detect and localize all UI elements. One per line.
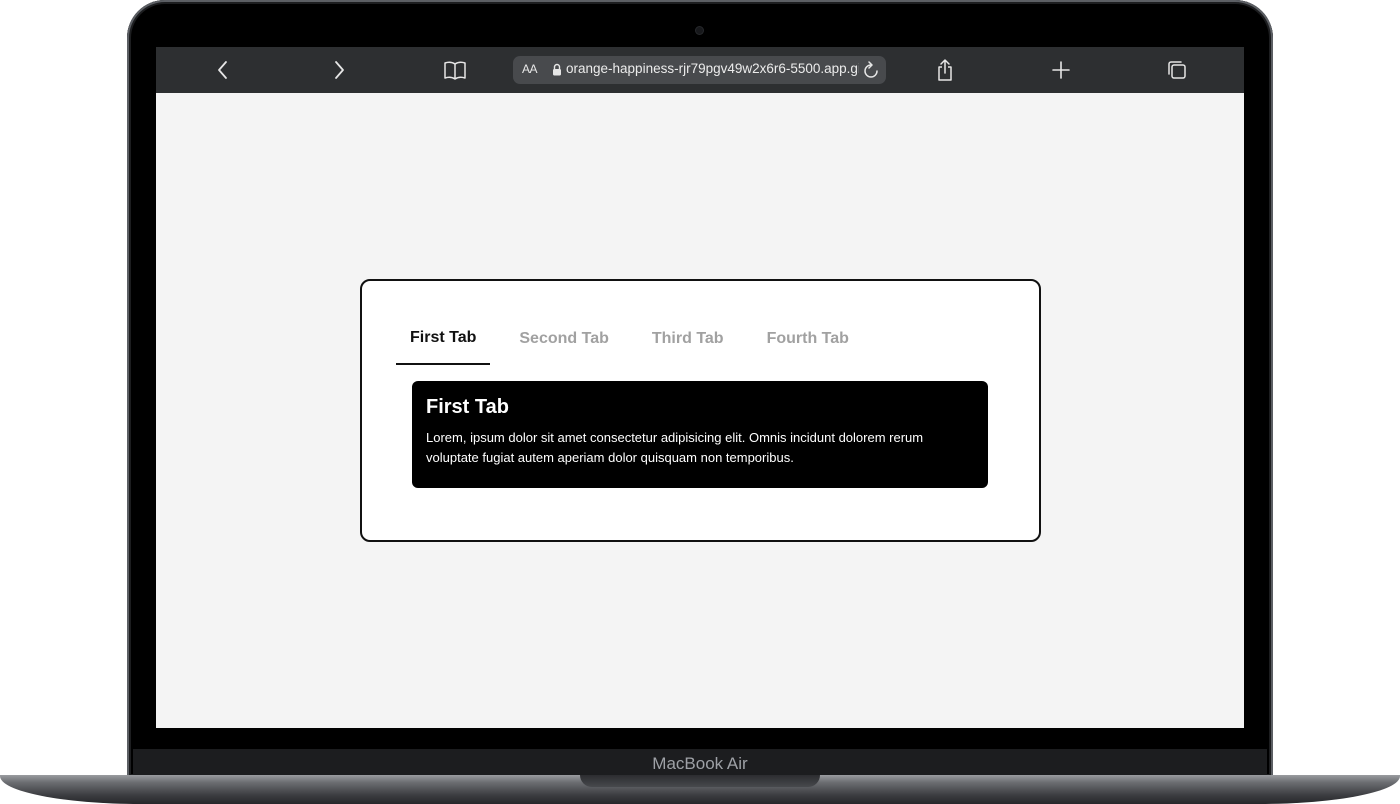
back-button[interactable] bbox=[205, 54, 241, 86]
reload-icon bbox=[864, 61, 878, 78]
camera bbox=[696, 27, 703, 34]
forward-button[interactable] bbox=[321, 54, 357, 86]
tab-fourth[interactable]: Fourth Tab bbox=[753, 321, 863, 365]
text-size-label: AA bbox=[522, 62, 538, 76]
url-text[interactable]: orange-happiness-rjr79pgv49w2x6r6-5500.a… bbox=[566, 61, 859, 76]
share-button[interactable] bbox=[927, 54, 963, 86]
tabs-overview-icon bbox=[1168, 61, 1186, 79]
safari-toolbar: AA orange-happiness-rjr79pgv49w2x6r6-550… bbox=[156, 47, 1244, 93]
tab-second[interactable]: Second Tab bbox=[505, 321, 623, 365]
share-icon bbox=[938, 59, 952, 81]
panel-text: Lorem, ipsum dolor sit amet consectetur … bbox=[426, 430, 924, 465]
browser-screen: AA orange-happiness-rjr79pgv49w2x6r6-550… bbox=[156, 47, 1244, 728]
book-icon bbox=[444, 61, 466, 80]
panel-title: First Tab bbox=[426, 396, 509, 418]
laptop-notch bbox=[580, 775, 820, 787]
new-tab-button[interactable] bbox=[1043, 54, 1079, 86]
chevron-left-icon bbox=[218, 61, 227, 79]
tabs-card: First Tab Second Tab Third Tab Fourth Ta… bbox=[360, 279, 1041, 542]
chevron-right-icon bbox=[335, 61, 344, 79]
plus-icon bbox=[1052, 61, 1070, 79]
tabs-overview-button[interactable] bbox=[1159, 54, 1195, 86]
tab-panel: First Tab Lorem, ipsum dolor sit amet co… bbox=[412, 381, 988, 488]
model-label: MacBook Air bbox=[652, 754, 748, 773]
reload-button[interactable] bbox=[863, 61, 879, 83]
address-bar[interactable]: AA orange-happiness-rjr79pgv49w2x6r6-550… bbox=[513, 56, 886, 84]
text-size-button[interactable]: AA bbox=[522, 62, 538, 76]
tab-first[interactable]: First Tab bbox=[396, 321, 491, 365]
tab-third[interactable]: Third Tab bbox=[638, 321, 738, 365]
bookmarks-button[interactable] bbox=[437, 54, 473, 86]
lock-icon bbox=[553, 63, 561, 76]
tab-list: First Tab Second Tab Third Tab Fourth Ta… bbox=[396, 321, 878, 367]
